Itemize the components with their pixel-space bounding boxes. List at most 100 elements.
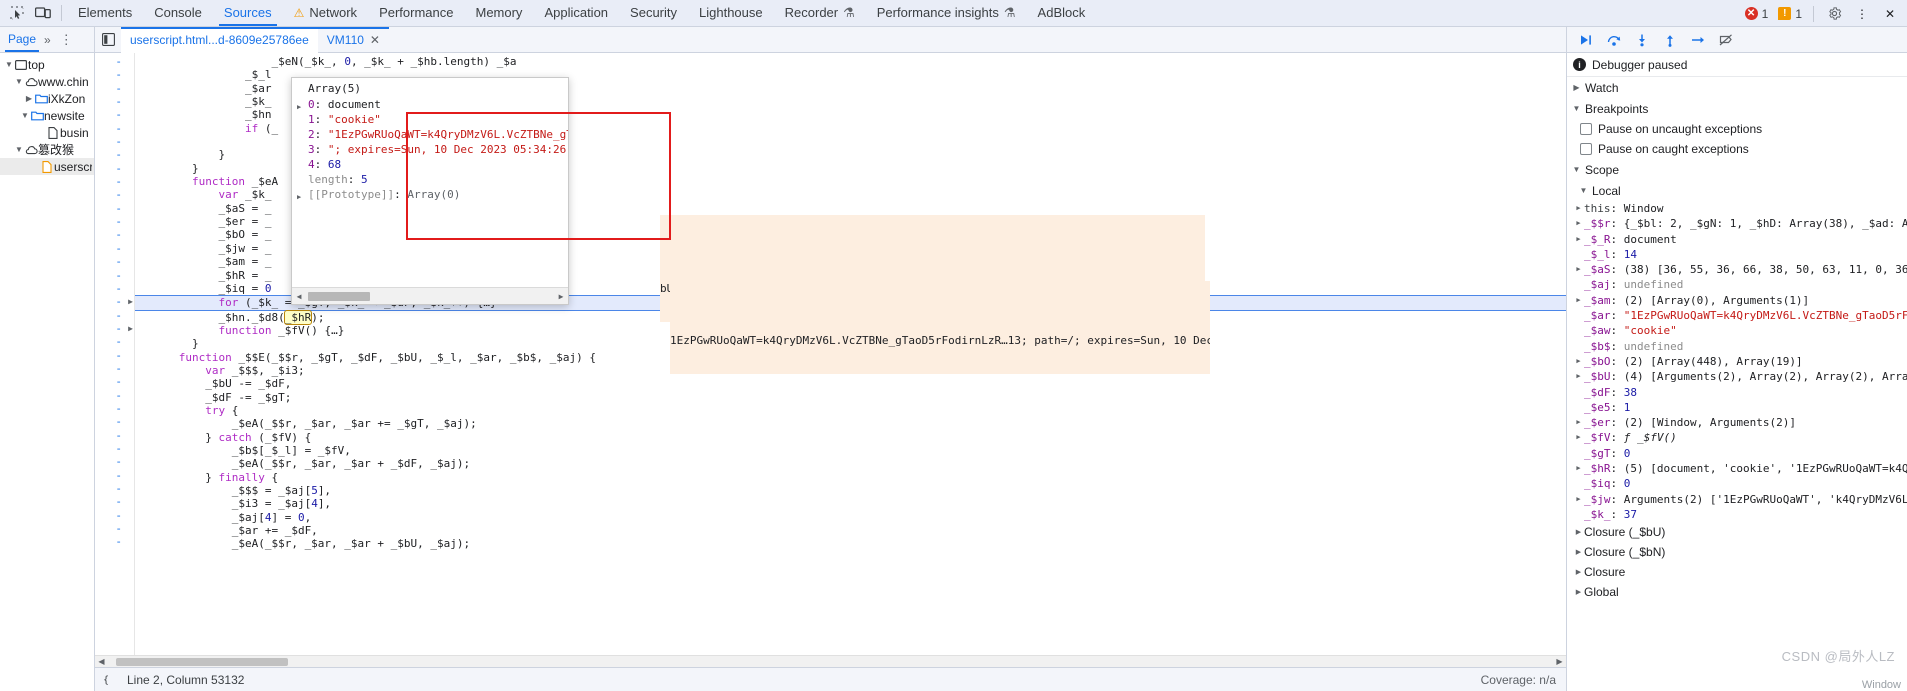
expand-arrow-icon[interactable]: ▶: [1573, 293, 1584, 308]
inspect-element-icon[interactable]: [4, 1, 30, 25]
scope-variable-row[interactable]: _$aw: "cookie": [1567, 323, 1907, 338]
device-toolbar-icon[interactable]: [30, 1, 56, 25]
expand-arrow-icon[interactable]: ▶: [1573, 354, 1584, 369]
gutter-line[interactable]: - ▶: [95, 295, 134, 308]
editor-tab-vm110[interactable]: VM110 ✕: [317, 26, 390, 53]
scope-variable-row[interactable]: ▶ _$$r: {_$bl: 2, _$gN: 1, _$hD: Array(38…: [1567, 216, 1907, 231]
gutter-line[interactable]: -: [95, 228, 134, 241]
code-line[interactable]: _$dF -= _$gT;: [135, 391, 1566, 404]
popup-property-row[interactable]: ▶ [[Prototype]]: Array(0): [292, 187, 568, 202]
tab-application[interactable]: Application: [533, 0, 619, 26]
twisty-icon[interactable]: ▼: [4, 60, 14, 69]
gutter-line[interactable]: -: [95, 495, 134, 508]
tree-item-userscript[interactable]: userscr: [0, 158, 94, 175]
scope-variable-row[interactable]: _$gT: 0: [1567, 446, 1907, 461]
code-line[interactable]: } finally {: [135, 471, 1566, 484]
scope-variable-row[interactable]: ▶ _$bU: (4) [Arguments(2), Array(2), Arra…: [1567, 369, 1907, 384]
gutter-line[interactable]: -: [95, 429, 134, 442]
chevron-right-icon[interactable]: »: [41, 33, 54, 47]
gutter-line[interactable]: -: [95, 415, 134, 428]
scope-variable-row[interactable]: _$ar: "1EzPGwRUoQaWT=k4QryDMzV6L.VcZTBNe…: [1567, 308, 1907, 323]
tab-console[interactable]: Console: [143, 0, 213, 26]
tab-recorder[interactable]: Recorder ⚗: [774, 0, 866, 26]
fold-arrow-icon[interactable]: ▶: [128, 322, 133, 335]
scope-closure-row[interactable]: ▶ Closure (_$bU): [1567, 522, 1907, 542]
expand-arrow-icon[interactable]: ▶: [297, 190, 301, 205]
gutter-line[interactable]: -: [95, 469, 134, 482]
scope-closure-row[interactable]: ▶ Closure: [1567, 562, 1907, 582]
gutter-line[interactable]: -: [95, 535, 134, 548]
expand-arrow-icon[interactable]: ▶: [1573, 201, 1584, 216]
scope-variable-row[interactable]: ▶ _$_R: document: [1567, 232, 1907, 247]
scope-variable-row[interactable]: _$k_: 37: [1567, 507, 1907, 522]
code-line[interactable]: _$eA(_$$r, _$ar, _$ar + _$bU, _$aj);: [135, 537, 1566, 550]
gutter-line[interactable]: -: [95, 455, 134, 468]
tree-item-folder-ixkzon[interactable]: ▶ iXkZon: [0, 90, 94, 107]
popup-property-row[interactable]: 3: "; expires=Sun, 10 Dec 2023 05:34:26 …: [292, 142, 568, 157]
code-editor[interactable]: - - - - - - - - - - - - - - - - - - - ▶ - - ▶ - - - - - - - - - - - - - - - - …: [95, 53, 1566, 655]
scope-variable-row[interactable]: _$iq: 0: [1567, 476, 1907, 491]
fold-arrow-icon[interactable]: ▶: [128, 295, 133, 308]
code-line[interactable]: _$aj[4] = 0,: [135, 511, 1566, 524]
scroll-right-arrow-icon[interactable]: ▶: [1553, 657, 1566, 666]
expand-arrow-icon[interactable]: ▶: [1573, 369, 1584, 384]
popup-property-row[interactable]: 4: 68: [292, 157, 568, 172]
scope-variable-row[interactable]: _$b$: undefined: [1567, 339, 1907, 354]
popup-property-row[interactable]: ▶ 0: document: [292, 97, 568, 112]
gutter-line[interactable]: - ▶: [95, 322, 134, 335]
editor-tab-userscript[interactable]: userscript.html...d-8609e25786ee: [121, 26, 318, 53]
code-line[interactable]: _$bU -= _$dF,: [135, 377, 1566, 390]
gutter-line[interactable]: -: [95, 148, 134, 161]
scope-variable-row[interactable]: _$e5: 1: [1567, 400, 1907, 415]
scope-variable-row[interactable]: ▶ _$er: (2) [Window, Arguments(2)]: [1567, 415, 1907, 430]
chevron-right-icon[interactable]: ▶: [1572, 83, 1581, 92]
expand-arrow-icon[interactable]: ▶: [1573, 492, 1584, 507]
tree-item-folder-newsite[interactable]: ▼ newsite: [0, 107, 94, 124]
gutter-line[interactable]: -: [95, 269, 134, 282]
scrollbar-thumb[interactable]: [116, 657, 288, 666]
gutter-line[interactable]: -: [95, 202, 134, 215]
gutter-line[interactable]: -: [95, 215, 134, 228]
code-line[interactable]: _$eN(_$k_, 0, _$k_ + _$hb.length) _$a: [135, 55, 1566, 68]
scope-variable-row[interactable]: _$aj: undefined: [1567, 277, 1907, 292]
gutter-line[interactable]: -: [95, 349, 134, 362]
tree-item-top[interactable]: ▼ top: [0, 56, 94, 73]
scope-variable-row[interactable]: ▶ _$jw: Arguments(2) ['1EzPGwRUoQaWT', 'k…: [1567, 492, 1907, 507]
scroll-left-arrow-icon[interactable]: ◀: [95, 657, 108, 666]
chevron-right-icon[interactable]: ▶: [1573, 525, 1584, 540]
expand-arrow-icon[interactable]: ▶: [1573, 415, 1584, 430]
tab-elements[interactable]: Elements: [67, 0, 143, 26]
gutter-line[interactable]: -: [95, 335, 134, 348]
code-line[interactable]: _$$$ = _$aj[5],: [135, 484, 1566, 497]
section-breakpoints[interactable]: ▼ Breakpoints: [1567, 98, 1907, 119]
scope-closure-row[interactable]: ▶ Global: [1567, 582, 1907, 602]
expand-arrow-icon[interactable]: ▶: [1573, 232, 1584, 247]
code-line[interactable]: _$ar += _$dF,: [135, 524, 1566, 537]
close-icon[interactable]: ✕: [370, 27, 380, 53]
deactivate-breakpoints-button[interactable]: [1713, 29, 1739, 51]
gutter-line[interactable]: -: [95, 522, 134, 535]
gutter-line[interactable]: -: [95, 82, 134, 95]
tab-network[interactable]: ⚠ Network: [283, 0, 368, 26]
expand-arrow-icon[interactable]: ▶: [1573, 430, 1584, 445]
gutter-line[interactable]: -: [95, 175, 134, 188]
gutter-line[interactable]: -: [95, 162, 134, 175]
scope-local-group[interactable]: ▼ Local: [1567, 180, 1907, 201]
expand-arrow-icon[interactable]: ▶: [1573, 216, 1584, 231]
object-preview-popup[interactable]: Array(5) ▶ 0: document 1: "cookie" 2: "1EzP…: [291, 77, 569, 305]
expand-arrow-icon[interactable]: ▶: [1573, 262, 1584, 277]
chevron-right-icon[interactable]: ▶: [1573, 565, 1584, 580]
chevron-down-icon[interactable]: ▼: [1579, 186, 1588, 195]
scrollbar-thumb[interactable]: [308, 291, 370, 301]
code-line[interactable]: _$eA(_$$r, _$ar, _$ar + _$dF, _$aj);: [135, 457, 1566, 470]
gutter-line[interactable]: -: [95, 255, 134, 268]
scope-variable-list[interactable]: ▶ this: Window ▶ _$$r: {_$bl: 2, _$gN: 1, _…: [1567, 201, 1907, 691]
pause-caught-checkbox[interactable]: [1580, 143, 1592, 155]
section-watch[interactable]: ▶ Watch: [1567, 77, 1907, 98]
code-line[interactable]: _$i3 = _$aj[4],: [135, 497, 1566, 510]
popup-property-row[interactable]: 1: "cookie": [292, 112, 568, 127]
twisty-icon[interactable]: ▼: [14, 77, 24, 86]
step-over-button[interactable]: [1601, 29, 1627, 51]
expand-arrow-icon[interactable]: ▶: [1573, 461, 1584, 476]
gutter-line[interactable]: -: [95, 402, 134, 415]
